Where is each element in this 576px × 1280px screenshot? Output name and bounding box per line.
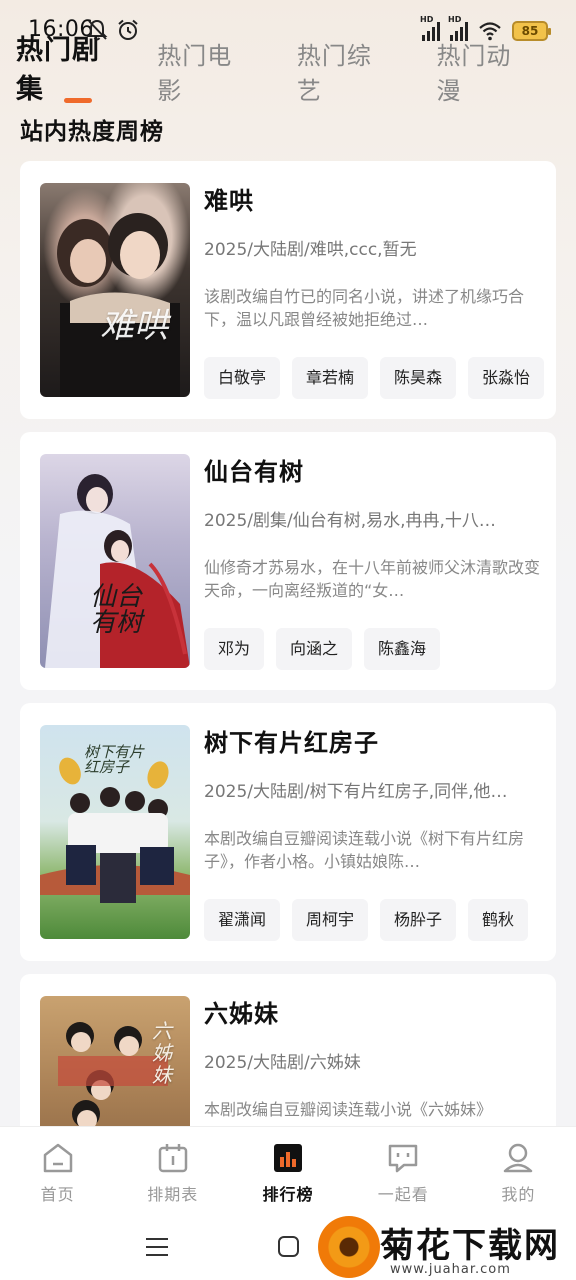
drama-title[interactable]: 树下有片红房子: [204, 723, 379, 758]
cast-tag[interactable]: 白敬亭: [204, 357, 281, 399]
poster-image[interactable]: 仙台有树: [40, 454, 190, 668]
bottom-nav: 首页 排期表 排行榜 一起看 我的: [0, 1126, 576, 1214]
profile-icon: [504, 1143, 533, 1173]
cast-tags: 翟潇闻 周柯宇 杨肸子 鹤秋: [204, 899, 529, 941]
tab-hot-movies[interactable]: 热门电影: [157, 36, 255, 106]
poster-image[interactable]: 难哄: [40, 183, 190, 397]
drama-card[interactable]: 仙台有树 仙台有树 2025/剧集/仙台有树,易水,冉冉,十八… 仙修奇才苏易水…: [20, 432, 556, 690]
section-title: 站内热度周榜: [20, 119, 164, 145]
cast-tags: 邓为 向涵之 陈鑫海: [204, 628, 441, 670]
chat-icon: [388, 1144, 418, 1173]
cast-tag[interactable]: 陈昊森: [380, 357, 457, 399]
cast-tag[interactable]: 翟潇闻: [204, 899, 281, 941]
cast-tag[interactable]: 张淼怡: [468, 357, 545, 399]
tab-hot-variety[interactable]: 热门综艺: [297, 36, 395, 106]
cast-tag[interactable]: 鹤秋: [468, 899, 529, 941]
cast-tag[interactable]: 邓为: [204, 628, 265, 670]
drama-title[interactable]: 仙台有树: [204, 452, 304, 487]
cast-tag[interactable]: 向涵之: [276, 628, 353, 670]
nav-schedule[interactable]: 排期表: [115, 1127, 230, 1214]
nav-label: 首页: [40, 1185, 75, 1204]
chrysanthemum-logo-icon: [318, 1216, 380, 1278]
drama-title[interactable]: 难哄: [204, 181, 254, 216]
cast-tag[interactable]: 陈鑫海: [364, 628, 441, 670]
nav-profile[interactable]: 我的: [461, 1127, 576, 1214]
nav-label: 一起看: [377, 1185, 429, 1204]
drama-meta: 2025/大陆剧/树下有片红房子,同伴,他…: [204, 782, 508, 802]
drama-meta: 2025/大陆剧/六姊妹: [204, 1053, 361, 1073]
poster-image[interactable]: 树下有片红房子: [40, 725, 190, 939]
drama-description: 仙修奇才苏易水，在十八年前被师父沐清歌改变天命，一向离经叛道的“女…: [204, 558, 541, 600]
active-tab-indicator: [64, 98, 92, 103]
nav-home[interactable]: 首页: [0, 1127, 115, 1214]
nav-ranking[interactable]: 排行榜: [230, 1127, 345, 1214]
nav-watch-together[interactable]: 一起看: [346, 1127, 461, 1214]
cast-tag[interactable]: 杨肸子: [380, 899, 457, 941]
drama-card[interactable]: 树下有片红房子 树下有片红房子 2025/大陆剧/树下有片红房子,同伴,他… 本…: [20, 703, 556, 961]
nav-label: 排期表: [147, 1185, 199, 1204]
drama-title[interactable]: 六姊妹: [204, 994, 279, 1029]
cast-tags: 白敬亭 章若楠 陈昊森 张淼怡: [204, 357, 545, 399]
site-watermark: 菊花下载网 www.juahar.com: [318, 1214, 576, 1280]
cast-tag[interactable]: 章若楠: [292, 357, 369, 399]
calendar-icon: [158, 1144, 188, 1173]
watermark-url: www.juahar.com: [390, 1262, 511, 1277]
ranking-icon: [274, 1144, 302, 1172]
drama-description: 该剧改编自竹已的同名小说，讲述了机缘巧合下，温以凡跟曾经被她拒绝过…: [204, 287, 525, 329]
watermark-text: 菊花下载网: [380, 1226, 560, 1266]
category-tabs: 热门剧集 热门电影 热门综艺 热门动漫: [16, 35, 576, 106]
drama-card[interactable]: 难哄 难哄 2025/大陆剧/难哄,ccc,暂无 该剧改编自竹已的同名小说，讲述…: [20, 161, 556, 419]
tab-hot-anime[interactable]: 热门动漫: [436, 36, 534, 106]
nav-label: 我的: [501, 1185, 536, 1204]
drama-meta: 2025/剧集/仙台有树,易水,冉冉,十八…: [204, 511, 496, 531]
home-icon: [43, 1143, 72, 1173]
home-button-icon[interactable]: [278, 1236, 299, 1257]
drama-description: 本剧改编自豆瓣阅读连载小说《树下有片红房子》，作者小格。小镇姑娘陈…: [204, 829, 525, 871]
cast-tag[interactable]: 周柯宇: [292, 899, 369, 941]
tab-hot-series[interactable]: 热门剧集: [16, 28, 125, 106]
nav-label: 排行榜: [262, 1185, 314, 1204]
drama-meta: 2025/大陆剧/难哄,ccc,暂无: [204, 240, 417, 260]
recent-apps-icon[interactable]: [146, 1238, 168, 1262]
